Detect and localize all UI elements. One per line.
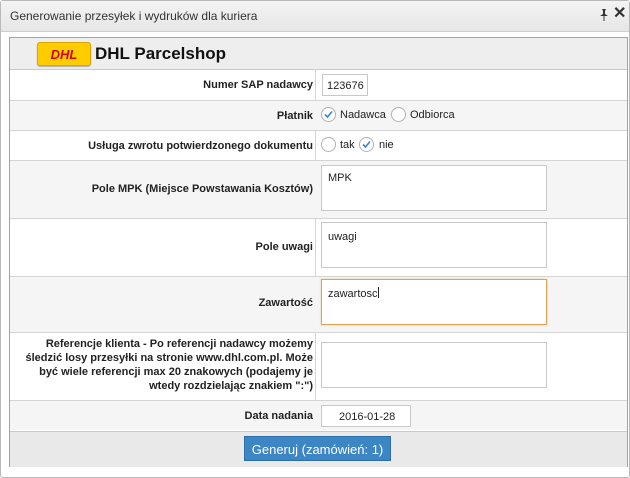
content-label: Zawartość [258,297,313,309]
notes-label: Pole uwagi [255,241,313,253]
payer-option-odbiorca[interactable]: Odbiorca [410,109,455,121]
payer-radio-odbiorca[interactable] [391,107,406,122]
row-notes: Pole uwagi uwagi [10,219,627,277]
carrier-header: DHL DHL Parcelshop [10,38,627,70]
dialog-window: Generowanie przesyłek i wydruków dla kur… [0,0,630,478]
reference-label: Referencje klienta - Po referencji nadaw… [10,337,314,393]
row-return: Usługa zwrotu potwierdzonego dokumentu t… [10,131,627,161]
content-textarea[interactable]: zawartosc [321,279,547,325]
dhl-logo-text: DHL [50,47,78,62]
sap-input[interactable]: 123676 [322,74,368,96]
mpk-textarea[interactable]: MPK [321,165,547,211]
content-value: zawartosc [328,288,378,300]
mpk-label: Pole MPK (Miejsce Powstawania Kosztów) [91,183,313,195]
row-reference: Referencje klienta - Po referencji nadaw… [10,333,627,401]
dialog-footer: Generuj (zamówień: 1) [10,431,627,467]
payer-option-nadawca[interactable]: Nadawca [340,109,386,121]
reference-textarea[interactable] [321,342,547,388]
payer-label: Płatnik [276,110,313,122]
row-date: Data nadania 2016-01-28 [10,401,627,430]
carrier-title: DHL Parcelshop [95,44,227,63]
return-option-nie[interactable]: nie [379,139,394,151]
row-payer: Płatnik Nadawca Odbiorca [10,101,627,131]
return-radio-nie[interactable] [359,137,374,152]
row-content: Zawartość zawartosc [10,277,627,333]
row-sap: Numer SAP nadawcy 123676 [10,69,627,101]
date-input[interactable]: 2016-01-28 [321,405,411,427]
reference-label-line-2: śledzić losy przesyłki na stronie www.dh… [25,352,314,364]
reference-label-line-3: być wiele referencji max 20 znakowych (p… [39,366,313,378]
form-panel: DHL DHL Parcelshop Numer SAP nadawcy 123… [9,37,628,467]
payer-radio-nadawca[interactable] [321,107,336,122]
reference-label-line-4: wtedy rozdzielając znakiem ":") [149,380,313,392]
return-option-tak[interactable]: tak [340,139,355,151]
reference-label-line-1: Referencje klienta - Po referencji nadaw… [45,338,313,350]
return-label: Usługa zwrotu potwierdzonego dokumentu [88,140,313,152]
dialog-title: Generowanie przesyłek i wydruków dla kur… [10,9,258,23]
text-cursor [377,287,379,298]
row-mpk: Pole MPK (Miejsce Powstawania Kosztów) M… [10,161,627,219]
generate-button[interactable]: Generuj (zamówień: 1) [244,436,391,461]
sap-label: Numer SAP nadawcy [203,79,313,91]
notes-textarea[interactable]: uwagi [321,222,547,268]
return-radio-tak[interactable] [321,137,336,152]
dhl-logo: DHL [37,42,91,66]
date-label: Data nadania [244,410,313,422]
dialog-titlebar[interactable]: Generowanie przesyłek i wydruków dla kur… [1,1,629,32]
pin-icon[interactable] [598,8,610,22]
close-icon[interactable]: ✕ [613,6,626,22]
